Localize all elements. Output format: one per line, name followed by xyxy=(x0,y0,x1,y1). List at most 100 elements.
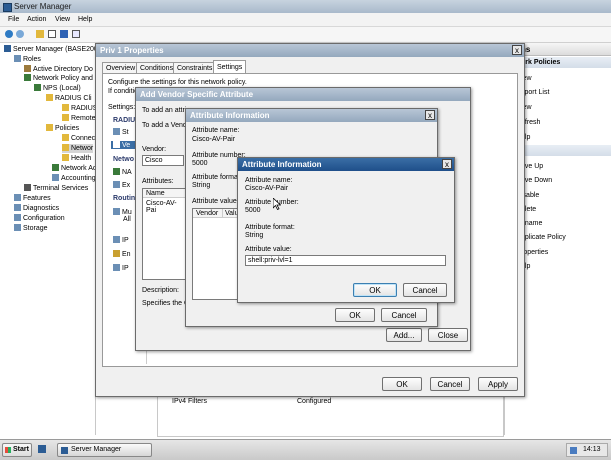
ok-button[interactable]: OK xyxy=(353,283,397,297)
description-label: Description: xyxy=(142,287,179,294)
folder-icon xyxy=(62,104,69,111)
folder-icon xyxy=(46,94,53,101)
properties-icon[interactable] xyxy=(72,30,80,38)
nav-item-ip-settings[interactable]: IP xyxy=(113,264,129,272)
tree-item-policies[interactable]: Policies xyxy=(46,124,79,133)
nav-item-standard[interactable]: St xyxy=(113,128,129,136)
close-icon[interactable]: x xyxy=(425,110,435,120)
tree-item-diagnostics[interactable]: Diagnostics xyxy=(14,204,59,213)
tree-item-connect[interactable]: Connec xyxy=(62,134,95,143)
vendor-select[interactable]: Cisco xyxy=(142,155,184,166)
help-icon[interactable] xyxy=(60,30,68,38)
action-item[interactable]: ove Down xyxy=(521,177,552,184)
attribute-row[interactable]: Cisco-AV-Pai xyxy=(146,200,185,214)
tree-item-health[interactable]: Health xyxy=(62,154,91,163)
accounting-icon xyxy=(52,174,59,181)
forward-icon[interactable] xyxy=(16,30,24,38)
network-icon[interactable] xyxy=(570,447,577,454)
mouse-cursor-icon xyxy=(273,198,281,210)
tab-settings[interactable]: Settings xyxy=(213,60,247,74)
nav-item-extended[interactable]: Ex xyxy=(113,181,130,189)
tree-item-remote[interactable]: Remote xyxy=(62,114,96,123)
attribute-number-value: 5000 xyxy=(245,207,261,214)
action-item[interactable]: xport List xyxy=(521,89,549,96)
attributes-column-header[interactable]: Name xyxy=(143,189,185,198)
close-icon[interactable]: x xyxy=(442,159,452,169)
server-manager-icon xyxy=(61,447,68,454)
show-tree-icon[interactable] xyxy=(48,30,56,38)
taskbar-server-manager[interactable]: Server Manager xyxy=(57,443,152,457)
toolbar xyxy=(0,27,611,43)
attribute-number-value: 5000 xyxy=(192,160,208,167)
tree-item-radius[interactable]: RADIUS xyxy=(62,104,97,113)
properties-titlebar[interactable]: Priv 1 Properties xyxy=(96,44,524,57)
tree-item-nps[interactable]: NPS (Local) xyxy=(34,84,81,93)
tree-item-network-policies[interactable]: Networ xyxy=(62,144,94,153)
add-button[interactable]: Add... xyxy=(386,328,422,342)
tree-item-server-manager[interactable]: Server Manager (BASE200 xyxy=(4,45,98,54)
close-icon[interactable]: x xyxy=(512,45,522,55)
radius-icon xyxy=(113,141,120,148)
nav-item-ip-filters[interactable]: IP xyxy=(113,236,129,244)
clock[interactable]: 14:13 xyxy=(583,446,601,453)
tree-item-accounting[interactable]: Accounting xyxy=(52,174,96,183)
add-text-2: To add a Vend xyxy=(142,122,187,129)
folder-icon xyxy=(62,144,69,151)
tree-item-roles[interactable]: Roles xyxy=(14,55,41,64)
tree-item-terminal[interactable]: Terminal Services xyxy=(24,184,88,193)
folder-icon xyxy=(62,114,69,121)
menu-file[interactable]: File xyxy=(8,16,19,23)
server-manager-icon xyxy=(3,3,12,12)
up-folder-icon[interactable] xyxy=(36,30,44,38)
action-item[interactable]: roperties xyxy=(521,249,548,256)
diagnostics-icon xyxy=(14,204,21,211)
nav-item-multilink-all[interactable]: All xyxy=(123,216,131,223)
attribute-info-back-titlebar[interactable]: Attribute Information xyxy=(186,109,437,122)
menu-help[interactable]: Help xyxy=(78,16,92,23)
cancel-button[interactable]: Cancel xyxy=(430,377,470,391)
tree-item-configuration[interactable]: Configuration xyxy=(14,214,65,223)
column-vendor[interactable]: Vendor xyxy=(193,209,223,218)
cancel-button[interactable]: Cancel xyxy=(381,308,427,322)
tree-item-npas[interactable]: Network Policy and xyxy=(24,74,93,83)
nav-item-encryption[interactable]: En xyxy=(113,250,131,258)
vendor-attribute-titlebar[interactable]: Add Vendor Specific Attribute xyxy=(136,88,470,101)
nav-item-multilink[interactable]: Mu xyxy=(113,208,132,216)
apply-button[interactable]: Apply xyxy=(478,377,518,391)
nav-item-nap[interactable]: NA xyxy=(113,168,132,176)
description-text: Specifies the C xyxy=(142,300,190,307)
attribute-info-titlebar[interactable]: Attribute Information xyxy=(238,158,454,171)
condition-note: If conditio xyxy=(108,88,138,95)
ok-button[interactable]: OK xyxy=(382,377,422,391)
attribute-format-label: Attribute format: xyxy=(245,224,295,231)
attribute-info-dialog: Attribute Information x Attribute name: … xyxy=(237,157,455,303)
tree-pane: Server Manager (BASE200 Roles Active Dir… xyxy=(0,43,98,435)
window-title: Server Manager xyxy=(14,2,72,11)
menu-bar: File Action View Help xyxy=(0,13,611,27)
ok-button[interactable]: OK xyxy=(335,308,375,322)
list-item-value: Configured xyxy=(297,398,332,405)
attribute-number-label: Attribute number: xyxy=(245,199,299,206)
attribute-values-list: Vendor Valu xyxy=(192,208,240,300)
tree-item-storage[interactable]: Storage xyxy=(14,224,48,233)
menu-view[interactable]: View xyxy=(55,16,70,23)
list-item-name[interactable]: IPv4 Filters xyxy=(172,398,207,405)
menu-action[interactable]: Action xyxy=(27,16,46,23)
main-titlebar[interactable]: Server Manager xyxy=(0,0,611,13)
network-access-icon xyxy=(52,164,59,171)
attributes-label: Attributes: xyxy=(142,178,174,185)
tree-item-ad[interactable]: Active Directory Do xyxy=(24,65,93,74)
features-icon xyxy=(14,194,21,201)
close-button[interactable]: Close xyxy=(428,328,468,342)
filter-icon xyxy=(113,236,120,243)
tree-item-features[interactable]: Features xyxy=(14,194,51,203)
attribute-value-input[interactable]: shell:priv-lvl=1 xyxy=(245,255,446,266)
back-icon[interactable] xyxy=(5,30,13,38)
cancel-button[interactable]: Cancel xyxy=(403,283,447,297)
tree-item-network-access[interactable]: Network Ac xyxy=(52,164,96,173)
start-button[interactable]: Start xyxy=(2,443,32,457)
configuration-icon xyxy=(14,214,21,221)
tree-item-radius-clients[interactable]: RADIUS Cli xyxy=(46,94,92,103)
action-item[interactable]: uplicate Policy xyxy=(521,234,566,241)
quick-launch-icon[interactable] xyxy=(38,445,46,453)
